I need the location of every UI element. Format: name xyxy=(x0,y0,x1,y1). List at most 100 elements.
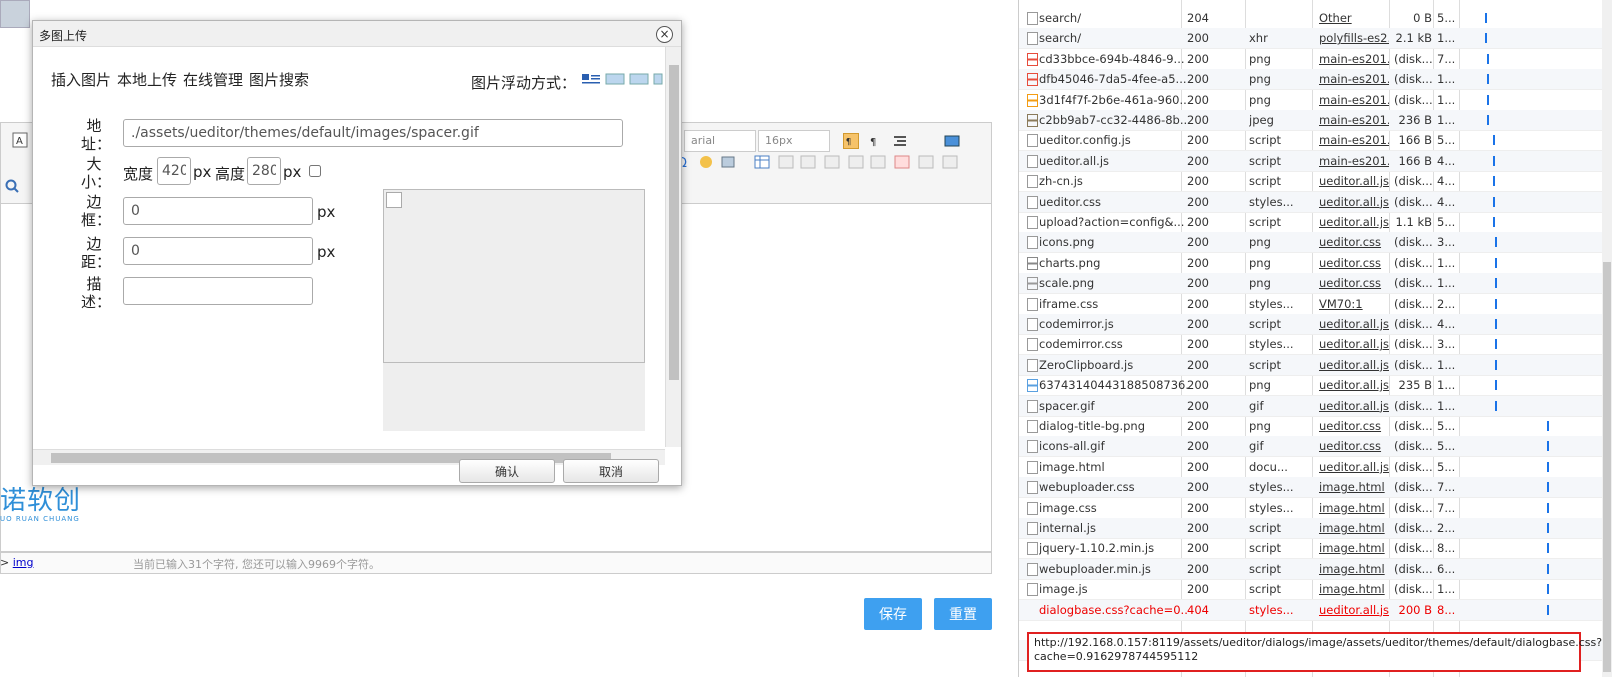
network-row[interactable]: image.js 200 script image.html (disk... 1... xyxy=(1019,579,1612,601)
request-initiator[interactable]: ueditor.css xyxy=(1319,256,1389,270)
width-input[interactable] xyxy=(157,157,191,185)
request-initiator[interactable]: ueditor.all.js... xyxy=(1319,460,1389,474)
table-row-icon[interactable] xyxy=(778,154,794,170)
confirm-button[interactable]: 确认 xyxy=(459,459,555,483)
network-row[interactable]: iframe.css 200 styles... VM70:1 (disk... 2... xyxy=(1019,294,1612,315)
tab-online-manage[interactable]: 在线管理 xyxy=(183,71,243,89)
merge-cell-icon[interactable] xyxy=(824,154,840,170)
network-row[interactable]: webuploader.min.js 200 script image.html (di… xyxy=(1019,558,1612,580)
font-size-select[interactable]: 16px xyxy=(758,130,830,152)
network-row[interactable]: upload?action=config&... 200 script ueditor… xyxy=(1019,212,1612,233)
request-initiator[interactable]: ueditor.all.js... xyxy=(1319,358,1389,372)
request-initiator[interactable]: main-es201... xyxy=(1319,113,1389,127)
float-none-icon[interactable] xyxy=(581,71,601,87)
request-initiator[interactable]: Other xyxy=(1319,11,1389,25)
ltr-icon[interactable]: ¶ xyxy=(843,133,859,149)
network-row[interactable]: icons.png 200 png ueditor.css (disk... 3... xyxy=(1019,232,1612,254)
network-row[interactable]: scale.png 200 png ueditor.css (disk... 1... xyxy=(1019,273,1612,295)
delete-row-icon[interactable] xyxy=(870,154,886,170)
request-initiator[interactable]: main-es201... xyxy=(1319,72,1389,86)
scroll-thumb[interactable] xyxy=(669,65,679,380)
close-button[interactable]: × xyxy=(656,26,673,43)
network-row[interactable]: internal.js 200 script image.html (disk... 2.… xyxy=(1019,518,1612,539)
lock-ratio-checkbox[interactable] xyxy=(309,165,321,177)
network-row[interactable]: ueditor.config.js 200 script main-es201... 1… xyxy=(1019,130,1612,152)
network-row[interactable]: codemirror.js 200 script ueditor.all.js... (… xyxy=(1019,314,1612,335)
split-cell-icon[interactable] xyxy=(848,154,864,170)
cancel-button[interactable]: 取消 xyxy=(563,459,659,483)
tab-local-upload[interactable]: 本地上传 xyxy=(117,71,177,89)
request-initiator[interactable]: ueditor.all.js xyxy=(1319,603,1389,617)
table-delete-icon[interactable] xyxy=(942,154,958,170)
height-input[interactable] xyxy=(247,157,281,185)
scroll-thumb[interactable] xyxy=(1603,262,1611,672)
float-center-icon[interactable] xyxy=(653,71,663,87)
dialog-title[interactable]: 多图上传 xyxy=(33,21,681,47)
network-row[interactable]: dfb45046-7da5-4fee-a5... 200 png main-es201… xyxy=(1019,69,1612,91)
network-row[interactable]: dialog-title-bg.png 200 png ueditor.css (dis… xyxy=(1019,416,1612,437)
network-row[interactable]: image.css 200 styles... image.html (disk... 7… xyxy=(1019,498,1612,519)
desc-input[interactable] xyxy=(123,277,313,305)
save-button[interactable]: 保存 xyxy=(864,598,922,630)
network-row[interactable]: 63743140443188508736... 200 png ueditor.all… xyxy=(1019,375,1612,397)
network-row[interactable]: search/200 xhr polyfills-es2... 2.1 kB 1... xyxy=(1019,28,1612,50)
request-initiator[interactable]: ueditor.all.js... xyxy=(1319,378,1389,392)
network-row[interactable]: dialogbase.css?cache=0... 404 styles... ued… xyxy=(1019,599,1612,621)
network-row[interactable]: codemirror.css 200 styles... ueditor.all.js… xyxy=(1019,334,1612,356)
network-row[interactable]: jquery-1.10.2.min.js 200 script image.html (… xyxy=(1019,538,1612,560)
request-initiator[interactable]: image.html xyxy=(1319,480,1389,494)
image-insert-icon[interactable] xyxy=(720,154,736,170)
network-row[interactable]: ueditor.css 200 styles... ueditor.all.js...… xyxy=(1019,191,1612,213)
network-row[interactable]: ueditor.all.js 200 script main-es201... 166 … xyxy=(1019,150,1612,172)
reset-button[interactable]: 重置 xyxy=(934,598,992,630)
text-format-icon[interactable]: A xyxy=(12,132,28,148)
request-initiator[interactable]: ueditor.all.js... xyxy=(1319,215,1389,229)
float-right-icon[interactable] xyxy=(629,71,649,87)
network-row[interactable]: image.html 200 docu... ueditor.all.js... (di… xyxy=(1019,457,1612,478)
request-initiator[interactable]: ueditor.all.js... xyxy=(1319,399,1389,413)
table-icon[interactable] xyxy=(754,154,770,170)
border-input[interactable] xyxy=(123,197,313,225)
network-row[interactable]: cd33bbce-694b-4846-9...200 png main-es201.… xyxy=(1019,49,1612,70)
request-initiator[interactable]: polyfills-es2... xyxy=(1319,31,1389,45)
request-initiator[interactable]: ueditor.all.js... xyxy=(1319,317,1389,331)
network-row[interactable]: spacer.gif 200 gif ueditor.all.js... (disk..… xyxy=(1019,395,1612,417)
request-initiator[interactable]: ueditor.css xyxy=(1319,276,1389,290)
network-row[interactable]: charts.png 200 png ueditor.css (disk... 1... xyxy=(1019,253,1612,274)
font-family-select[interactable]: arial xyxy=(684,130,756,152)
network-row[interactable]: webuploader.css 200 styles... image.html (di… xyxy=(1019,477,1612,499)
request-initiator[interactable]: ueditor.css xyxy=(1319,235,1389,249)
request-initiator[interactable]: ueditor.all.js... xyxy=(1319,337,1389,351)
indent-icon[interactable] xyxy=(892,133,908,149)
path-link-img[interactable]: img xyxy=(13,556,34,569)
request-initiator[interactable]: ueditor.css xyxy=(1319,419,1389,433)
network-row[interactable]: search/204 Other 0 B 5... xyxy=(1019,8,1612,29)
request-initiator[interactable]: ueditor.all.js... xyxy=(1319,195,1389,209)
request-initiator[interactable]: image.html xyxy=(1319,582,1389,596)
request-initiator[interactable]: VM70:1 xyxy=(1319,297,1389,311)
search-icon[interactable] xyxy=(4,178,20,194)
float-left-icon[interactable] xyxy=(605,71,625,87)
request-initiator[interactable]: main-es201... xyxy=(1319,154,1389,168)
request-initiator[interactable]: ueditor.css xyxy=(1319,439,1389,453)
network-row[interactable]: 3d1f4f7f-2b6e-461a-960... 200 png main-es20… xyxy=(1019,90,1612,111)
request-initiator[interactable]: main-es201... xyxy=(1319,52,1389,66)
fullscreen-icon[interactable] xyxy=(944,133,960,149)
request-initiator[interactable]: image.html xyxy=(1319,501,1389,515)
network-row[interactable]: icons-all.gif 200 gif ueditor.css (disk... 5.… xyxy=(1019,436,1612,458)
margin-input[interactable] xyxy=(123,237,313,265)
request-initiator[interactable]: image.html xyxy=(1319,541,1389,555)
tab-image-search[interactable]: 图片搜索 xyxy=(249,71,309,89)
emotion-icon[interactable] xyxy=(698,154,714,170)
table-props-icon[interactable] xyxy=(918,154,934,170)
network-row[interactable]: zh-cn.js 200 script ueditor.all.js... (disk.… xyxy=(1019,171,1612,193)
network-scrollbar[interactable] xyxy=(1602,0,1612,677)
rtl-icon[interactable]: ¶ xyxy=(868,133,884,149)
network-row[interactable]: c2bb9ab7-cc32-4486-8b... 200 jpeg main-es20… xyxy=(1019,110,1612,131)
request-initiator[interactable]: ueditor.all.js... xyxy=(1319,174,1389,188)
request-initiator[interactable]: image.html xyxy=(1319,521,1389,535)
delete-col-icon[interactable] xyxy=(894,154,910,170)
address-input[interactable] xyxy=(123,119,623,147)
request-initiator[interactable]: main-es201... xyxy=(1319,133,1389,147)
network-row[interactable]: ZeroClipboard.js 200 script ueditor.all.js.… xyxy=(1019,354,1612,376)
